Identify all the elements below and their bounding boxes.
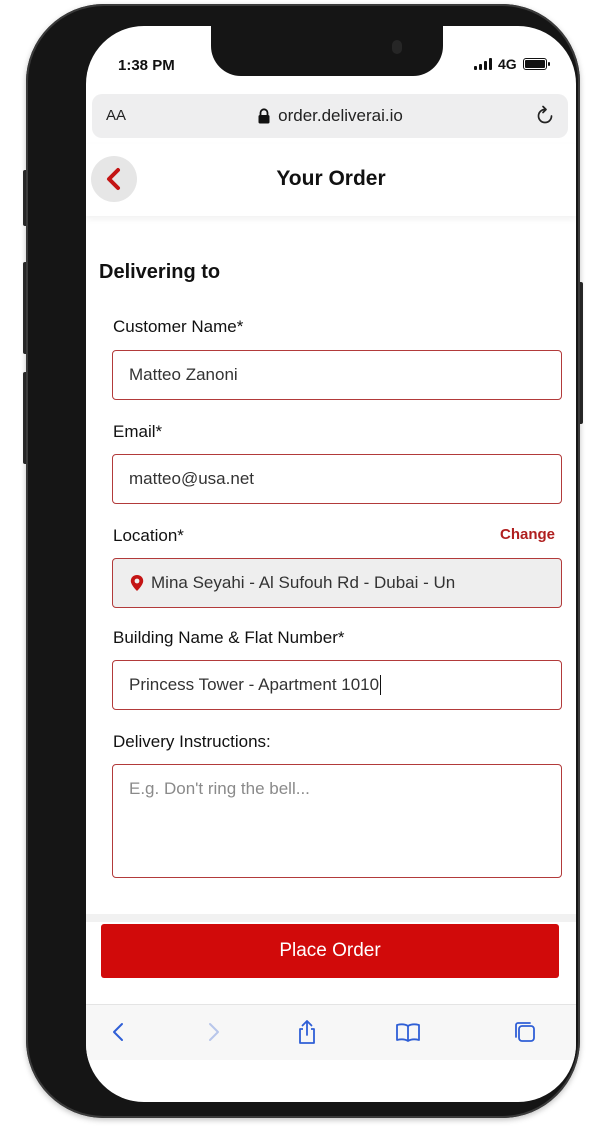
building-value: Princess Tower - Apartment 1010	[129, 675, 380, 694]
building-input[interactable]: Princess Tower - Apartment 1010	[112, 660, 562, 710]
location-pin-icon	[130, 575, 144, 591]
location-label: Location*	[113, 526, 184, 545]
network-label: 4G	[498, 56, 517, 72]
url-display[interactable]: order.deliverai.io	[92, 106, 568, 126]
divider	[86, 914, 576, 922]
back-arrow-icon[interactable]	[106, 1019, 132, 1045]
phone-screen: 1:38 PM 4G AA order.deliverai.io Your Or…	[86, 26, 576, 1102]
page-header: Your Order	[86, 144, 576, 216]
change-location-link[interactable]: Change	[500, 526, 555, 543]
location-value: Mina Seyahi - Al Sufouh Rd - Dubai - Un	[151, 573, 456, 592]
customer-name-input[interactable]: Matteo Zanoni	[112, 350, 562, 400]
instructions-label: Delivery Instructions:	[113, 732, 271, 751]
instructions-placeholder: E.g. Don't ring the bell...	[129, 779, 310, 798]
place-order-button[interactable]: Place Order	[101, 924, 559, 978]
bookmarks-icon[interactable]	[395, 1019, 421, 1045]
notch	[211, 26, 443, 76]
status-indicators: 4G	[474, 56, 550, 72]
forward-arrow-icon[interactable]	[200, 1019, 226, 1045]
customer-name-label: Customer Name*	[113, 317, 244, 336]
email-input[interactable]: matteo@usa.net	[112, 454, 562, 504]
tabs-icon[interactable]	[512, 1019, 538, 1045]
email-value: matteo@usa.net	[129, 469, 254, 488]
section-title: Delivering to	[99, 261, 221, 283]
text-cursor	[380, 675, 382, 695]
lock-icon	[258, 108, 270, 124]
building-label: Building Name & Flat Number*	[113, 628, 345, 647]
battery-icon	[522, 58, 550, 70]
reload-icon[interactable]	[534, 104, 556, 126]
status-time: 1:38 PM	[118, 57, 175, 74]
signal-icon	[474, 58, 492, 70]
camera	[392, 40, 402, 54]
location-input[interactable]: Mina Seyahi - Al Sufouh Rd - Dubai - Un	[112, 558, 562, 608]
share-icon[interactable]	[294, 1019, 320, 1045]
url-text: order.deliverai.io	[278, 106, 403, 125]
address-bar[interactable]: AA order.deliverai.io	[92, 94, 568, 138]
instructions-textarea[interactable]: E.g. Don't ring the bell...	[112, 764, 562, 878]
email-label: Email*	[113, 422, 163, 441]
phone-frame: 1:38 PM 4G AA order.deliverai.io Your Or…	[26, 4, 580, 1118]
customer-name-value: Matteo Zanoni	[129, 365, 238, 384]
page-title: Your Order	[276, 167, 386, 190]
browser-toolbar	[86, 1004, 576, 1060]
